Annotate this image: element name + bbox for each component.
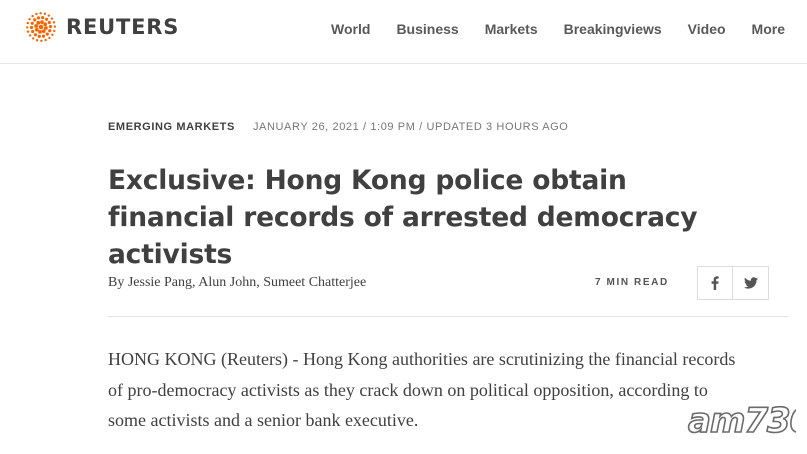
logo-dot [29, 25, 34, 30]
logo-dot [53, 25, 56, 28]
read-time: 7 MIN READ [595, 277, 669, 288]
author-link[interactable]: Sumeet Chatterjee [263, 275, 366, 290]
logo-dot [50, 17, 54, 20]
logo-dot [41, 16, 45, 20]
byline-prefix: By [108, 275, 128, 290]
logo-dot [44, 26, 48, 30]
logo-dot [40, 20, 44, 24]
section-link[interactable]: EMERGING MARKETS [108, 121, 235, 133]
share-twitter-button[interactable] [733, 266, 769, 300]
share-buttons [697, 266, 769, 300]
logo-dot [41, 29, 46, 34]
logo-dot [48, 36, 51, 40]
reuters-logo[interactable]: REUTERS [24, 10, 179, 44]
byline-divider [108, 316, 788, 317]
logo-dot [48, 29, 52, 33]
logo-dot [28, 34, 32, 37]
facebook-icon [711, 276, 719, 290]
logo-dot [33, 33, 38, 37]
nav-video[interactable]: Video [688, 18, 726, 40]
logo-dot [40, 39, 43, 42]
dateline: JANUARY 26, 2021 / 1:09 PM / UPDATED 3 H… [252, 121, 569, 133]
logo-dot [41, 34, 46, 38]
logo-dot [33, 18, 37, 22]
article-body-paragraph: HONG KONG (Reuters) - Hong Kong authorit… [108, 349, 736, 430]
logo-dot [44, 38, 47, 42]
logo-dot [44, 17, 49, 21]
main-nav: World Business Markets Breakingviews Vid… [331, 18, 807, 40]
am730-watermark-logo: am730 [687, 400, 796, 440]
nav-breakingviews[interactable]: Breakingviews [564, 18, 662, 40]
byline: By Jessie Pang, Alun John, Sumeet Chatte… [108, 275, 366, 291]
logo-dot [47, 14, 50, 17]
site-header: REUTERS World Business Markets Breakingv… [0, 0, 807, 64]
nav-markets[interactable]: Markets [485, 18, 538, 40]
twitter-icon [743, 277, 758, 289]
logo-dot [26, 30, 30, 33]
nav-more[interactable]: More [752, 18, 785, 40]
logo-dot [38, 24, 44, 30]
logo-wordmark: REUTERS [66, 15, 180, 39]
logo-dot [26, 26, 29, 29]
logo-dot [37, 34, 41, 38]
article-meta: EMERGING MARKETS JANUARY 26, 2021 / 1:09… [108, 121, 568, 133]
logo-dot [43, 22, 48, 27]
logo-dot [28, 18, 31, 21]
logo-dot [43, 12, 47, 15]
nav-business[interactable]: Business [396, 18, 458, 40]
logo-dot [35, 39, 39, 42]
logo-dot [45, 32, 49, 36]
logo-dot [52, 21, 56, 24]
author-link[interactable]: Jessie Pang [128, 275, 192, 290]
logo-dot [48, 24, 53, 29]
logo-dot [36, 16, 41, 20]
nav-world[interactable]: World [331, 18, 370, 40]
logo-dot [34, 24, 38, 28]
watermark-text: am730 [688, 401, 796, 440]
logo-dot [47, 20, 51, 25]
logo-dot [53, 29, 56, 33]
logo-dot [51, 33, 54, 36]
logo-dot [34, 27, 39, 32]
logo-dot [32, 37, 35, 40]
article-headline: Exclusive: Hong Kong police obtain finan… [108, 165, 698, 270]
logo-dot [31, 29, 35, 34]
logo-dot [39, 12, 42, 15]
logo-dot [30, 21, 34, 25]
logo-dot [36, 20, 41, 25]
logo-dot [26, 21, 29, 25]
logo-dot [38, 30, 42, 34]
logo-dot [31, 14, 34, 18]
reuters-dot-sphere-logo-icon [26, 12, 56, 42]
logo-dot [35, 12, 38, 16]
share-facebook-button[interactable] [697, 266, 733, 300]
author-link[interactable]: Alun John [198, 275, 256, 290]
